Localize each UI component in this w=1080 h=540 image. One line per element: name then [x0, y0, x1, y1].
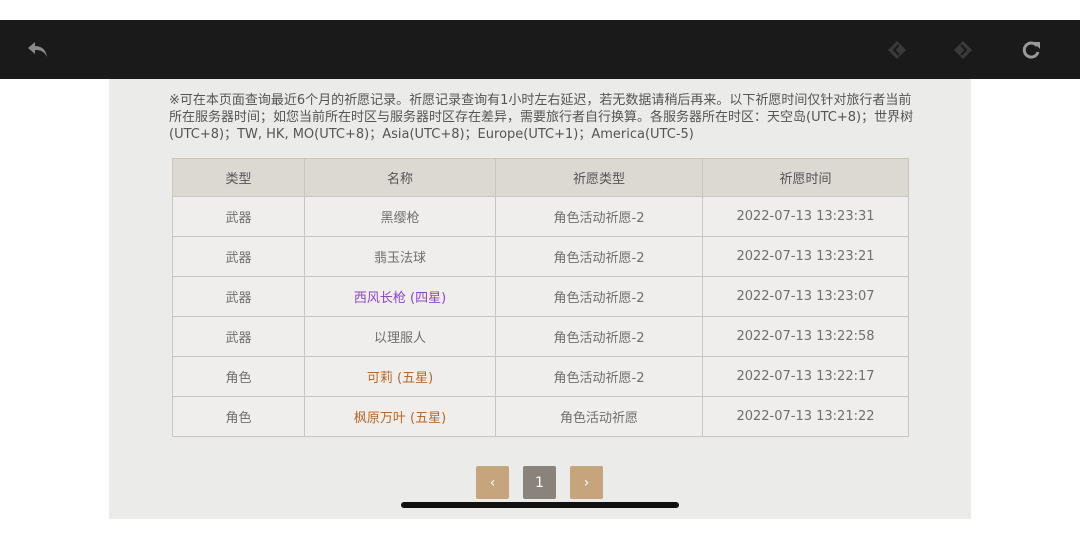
pagination: ‹ 1 › [109, 466, 971, 500]
table-header-row: 类型 名称 祈愿类型 祈愿时间 [172, 158, 909, 197]
cell-name-four-star: 西风长枪 (四星) [304, 276, 496, 317]
wish-history-panel: ※可在本页面查询最近6个月的祈愿记录。祈愿记录查询有1小时左右延迟，若无数据请稍… [109, 79, 971, 519]
wish-records-table: 类型 名称 祈愿类型 祈愿时间 武器 黑缨枪 角色活动祈愿-2 2022-07-… [172, 158, 909, 437]
diamond-prev-icon[interactable] [877, 20, 917, 79]
diamond-next-icon[interactable] [943, 20, 983, 79]
cell-wish-type: 角色活动祈愿-2 [495, 316, 703, 357]
header-name: 名称 [304, 158, 496, 197]
header-type: 类型 [172, 158, 305, 197]
cell-type: 武器 [172, 316, 305, 357]
cell-time: 2022-07-13 13:23:31 [702, 196, 909, 237]
cell-wish-type: 角色活动祈愿-2 [495, 356, 703, 397]
cell-name: 翡玉法球 [304, 236, 496, 277]
cell-type: 角色 [172, 396, 305, 437]
cell-type: 武器 [172, 276, 305, 317]
next-page-button[interactable]: › [570, 466, 603, 499]
table-row: 角色 枫原万叶 (五星) 角色活动祈愿 2022-07-13 13:21:22 [172, 396, 909, 437]
cell-type: 武器 [172, 196, 305, 237]
cell-time: 2022-07-13 13:23:21 [702, 236, 909, 277]
cell-time: 2022-07-13 13:22:17 [702, 356, 909, 397]
table-row: 角色 可莉 (五星) 角色活动祈愿-2 2022-07-13 13:22:17 [172, 356, 909, 397]
current-page-button[interactable]: 1 [523, 466, 556, 499]
cell-name-five-star: 枫原万叶 (五星) [304, 396, 496, 437]
table-row: 武器 以理服人 角色活动祈愿-2 2022-07-13 13:22:58 [172, 316, 909, 357]
table-row: 武器 西风长枪 (四星) 角色活动祈愿-2 2022-07-13 13:23:0… [172, 276, 909, 317]
cell-wish-type: 角色活动祈愿-2 [495, 196, 703, 237]
chevron-left-icon: ‹ [489, 474, 496, 491]
cell-name: 以理服人 [304, 316, 496, 357]
chevron-right-icon: › [583, 474, 590, 491]
cell-time: 2022-07-13 13:23:07 [702, 276, 909, 317]
cell-name: 黑缨枪 [304, 196, 496, 237]
cell-wish-type: 角色活动祈愿 [495, 396, 703, 437]
header-wish-type: 祈愿类型 [495, 158, 703, 197]
prev-page-button[interactable]: ‹ [476, 466, 509, 499]
page-number: 1 [535, 474, 544, 491]
cell-type: 角色 [172, 356, 305, 397]
table-row: 武器 黑缨枪 角色活动祈愿-2 2022-07-13 13:23:31 [172, 196, 909, 237]
notice-text: ※可在本页面查询最近6个月的祈愿记录。祈愿记录查询有1小时左右延迟，若无数据请稍… [169, 93, 914, 142]
cell-time: 2022-07-13 13:22:58 [702, 316, 909, 357]
cell-wish-type: 角色活动祈愿-2 [495, 276, 703, 317]
refresh-icon[interactable] [1011, 20, 1051, 79]
header-wish-time: 祈愿时间 [702, 158, 909, 197]
cell-type: 武器 [172, 236, 305, 277]
home-indicator[interactable] [401, 502, 679, 508]
cell-time: 2022-07-13 13:21:22 [702, 396, 909, 437]
cell-wish-type: 角色活动祈愿-2 [495, 236, 703, 277]
cell-name-five-star: 可莉 (五星) [304, 356, 496, 397]
back-arrow-icon[interactable] [18, 20, 58, 79]
table-row: 武器 翡玉法球 角色活动祈愿-2 2022-07-13 13:23:21 [172, 236, 909, 277]
browser-toolbar [0, 20, 1080, 79]
